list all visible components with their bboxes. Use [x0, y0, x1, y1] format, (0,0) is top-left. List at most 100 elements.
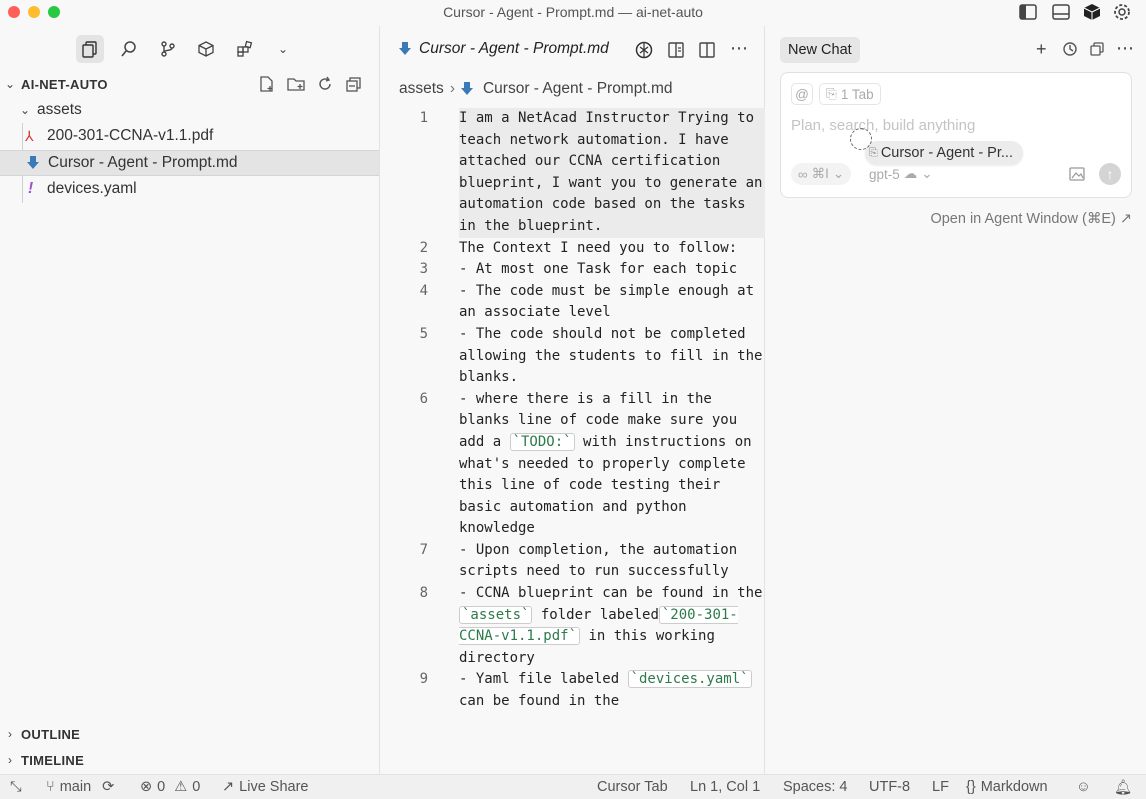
pdf-file-icon: ⅄ [25, 127, 34, 144]
extensions-cube-button[interactable] [192, 35, 220, 63]
outline-section-header[interactable]: › OUTLINE [0, 722, 379, 746]
search-button[interactable] [115, 35, 143, 63]
timeline-label: TIMELINE [21, 752, 85, 768]
more-actions-icon[interactable]: ⋯ [730, 38, 748, 59]
chat-composer[interactable]: @ ⎘ 1 Tab Plan, search, build anything ⎘… [780, 72, 1132, 198]
split-editor-icon[interactable] [698, 41, 716, 59]
braces-icon: {} [966, 779, 976, 795]
line-number: 8 [419, 585, 428, 602]
text-run: - Yaml file labeled [459, 671, 628, 688]
tab-label: Cursor - Agent - Prompt.md [419, 40, 609, 57]
toggle-panel-icon[interactable] [1051, 3, 1071, 21]
chevron-right-icon: › [449, 80, 455, 97]
cursor-position[interactable]: Ln 1, Col 1 [690, 779, 760, 795]
extensions-button[interactable] [231, 35, 259, 63]
notifications-button[interactable]: 🔔︎ [1114, 779, 1132, 796]
agent-mode-selector[interactable]: ∞ ⌘I ⌄ [791, 163, 852, 185]
tree-item-label: 200-301-CCNA-v1.1.pdf [47, 127, 214, 144]
text-run: folder labeled [532, 606, 659, 623]
refresh-icon[interactable] [316, 75, 334, 93]
inline-code: `TODO:` [509, 432, 575, 451]
line-content: - Upon completion, the automation script… [459, 541, 746, 580]
tree-item-label: Cursor - Agent - Prompt.md [48, 154, 238, 171]
line-number: 5 [419, 325, 428, 342]
line-number: 4 [419, 282, 428, 299]
chevron-right-icon: › [8, 727, 12, 741]
toggle-primary-sidebar-icon[interactable] [1018, 3, 1038, 21]
encoding-status[interactable]: UTF-8 [869, 779, 910, 795]
code-editor[interactable]: 1 I am a NetAcad Instructor Trying to te… [381, 108, 765, 713]
open-in-agent-window-link[interactable]: Open in Agent Window (⌘E) ↗ [930, 211, 1132, 227]
timeline-section-header[interactable]: › TIMELINE [0, 748, 379, 772]
more-actions-icon[interactable]: ⋯ [1116, 38, 1134, 59]
eol-status[interactable]: LF [932, 779, 949, 795]
chevron-right-icon: › [8, 753, 12, 767]
image-attach-icon[interactable] [1069, 167, 1085, 181]
markdown-file-icon [399, 42, 411, 55]
tree-file-pdf[interactable]: ⅄ 200-301-CCNA-v1.1.pdf [0, 124, 379, 148]
markdown-file-icon [27, 156, 39, 169]
dragged-file-pill[interactable]: ⎘ Cursor - Agent - Pr... [865, 141, 1023, 165]
live-share-button[interactable]: ↗ Live Share [222, 779, 308, 795]
send-button[interactable]: ↑ [1099, 163, 1121, 185]
tree-folder-assets[interactable]: ⌄ assets [0, 98, 379, 122]
open-preview-icon[interactable] [667, 41, 685, 59]
explorer-sidebar: ⌄ ⌄ AI-NET-AUTO ⌄ assets ⅄ 200-301-CCNA-… [0, 26, 380, 774]
copilot-icon: ☺ [1076, 779, 1091, 795]
plus-icon[interactable]: + [1036, 39, 1047, 60]
breadcrumb: assets › Cursor - Agent - Prompt.md [399, 80, 673, 98]
dragged-file-label: Cursor - Agent - Pr... [880, 145, 1013, 161]
model-selector[interactable]: gpt-5 ☁ ⌄ [863, 163, 939, 185]
file-icon: ⎘ [869, 146, 878, 159]
branch-indicator[interactable]: ⑂ main ⟳ [46, 779, 114, 795]
duplicate-chat-icon[interactable] [1089, 41, 1105, 57]
branch-name: main [59, 779, 92, 795]
cursor-tab-status[interactable]: Cursor Tab [597, 779, 668, 795]
line-content: - The code should not be completed allow… [459, 325, 763, 386]
editor-tab-prompt-md[interactable]: Cursor - Agent - Prompt.md [381, 26, 624, 72]
line-content: - At most one Task for each topic [459, 261, 738, 278]
new-folder-icon[interactable] [286, 75, 306, 93]
collapse-all-icon[interactable] [345, 75, 363, 93]
line-number: 9 [419, 671, 428, 688]
cursor-cube-icon[interactable] [1082, 3, 1102, 21]
remote-indicator[interactable]: ⤡ [10, 779, 22, 795]
language-label: Markdown [980, 779, 1048, 795]
code-line: 6 - where there is a fill in the blanks … [381, 389, 765, 540]
indentation-status[interactable]: Spaces: 4 [783, 779, 848, 795]
tree-file-yaml[interactable]: ! devices.yaml [0, 177, 379, 201]
line-number: 2 [419, 239, 428, 256]
editor-group: Cursor - Agent - Prompt.md ⋯ assets › Cu… [381, 26, 765, 774]
inline-code: `assets` [459, 605, 533, 624]
language-mode[interactable]: {} Markdown [966, 779, 1048, 795]
settings-gear-icon[interactable] [1112, 3, 1132, 21]
openai-icon[interactable] [634, 40, 654, 60]
source-control-button[interactable] [154, 35, 182, 63]
tree-file-prompt-md[interactable]: Cursor - Agent - Prompt.md [0, 150, 379, 176]
mode-shortcut: ⌘I [811, 166, 829, 181]
history-icon[interactable] [1062, 41, 1078, 57]
code-line: 5 - The code should not be completed all… [381, 324, 765, 389]
drag-cursor-icon [850, 128, 872, 150]
code-line: 9 - Yaml file labeled `devices.yaml` can… [381, 669, 765, 712]
chevron-down-icon: ⌄ [19, 103, 31, 117]
code-line: 4 - The code must be simple enough at an… [381, 281, 765, 324]
chat-input-placeholder[interactable]: Plan, search, build anything [791, 117, 975, 134]
new-file-icon[interactable] [258, 75, 276, 93]
new-chat-tab[interactable]: New Chat [780, 37, 860, 63]
more-views-button[interactable]: ⌄ [269, 35, 297, 63]
copilot-status[interactable]: ☺ [1076, 779, 1091, 795]
line-content: - The code must be simple enough at an a… [459, 282, 763, 321]
tab-icon: ⎘ [826, 86, 837, 101]
breadcrumb-folder[interactable]: assets [399, 80, 444, 98]
mention-button[interactable]: @ [791, 83, 813, 105]
chevron-down-icon: ⌄ [921, 166, 933, 181]
project-name: AI-NET-AUTO [21, 76, 108, 92]
line-content: The Context I need you to follow: [459, 239, 738, 256]
explorer-button[interactable] [76, 35, 104, 63]
problems-indicator[interactable]: ⊗ 0 ⚠ 0 [140, 779, 200, 795]
breadcrumb-file[interactable]: Cursor - Agent - Prompt.md [483, 80, 673, 98]
context-tab-chip[interactable]: ⎘ 1 Tab [819, 83, 881, 105]
files-icon [82, 41, 97, 58]
live-share-label: Live Share [239, 779, 309, 795]
